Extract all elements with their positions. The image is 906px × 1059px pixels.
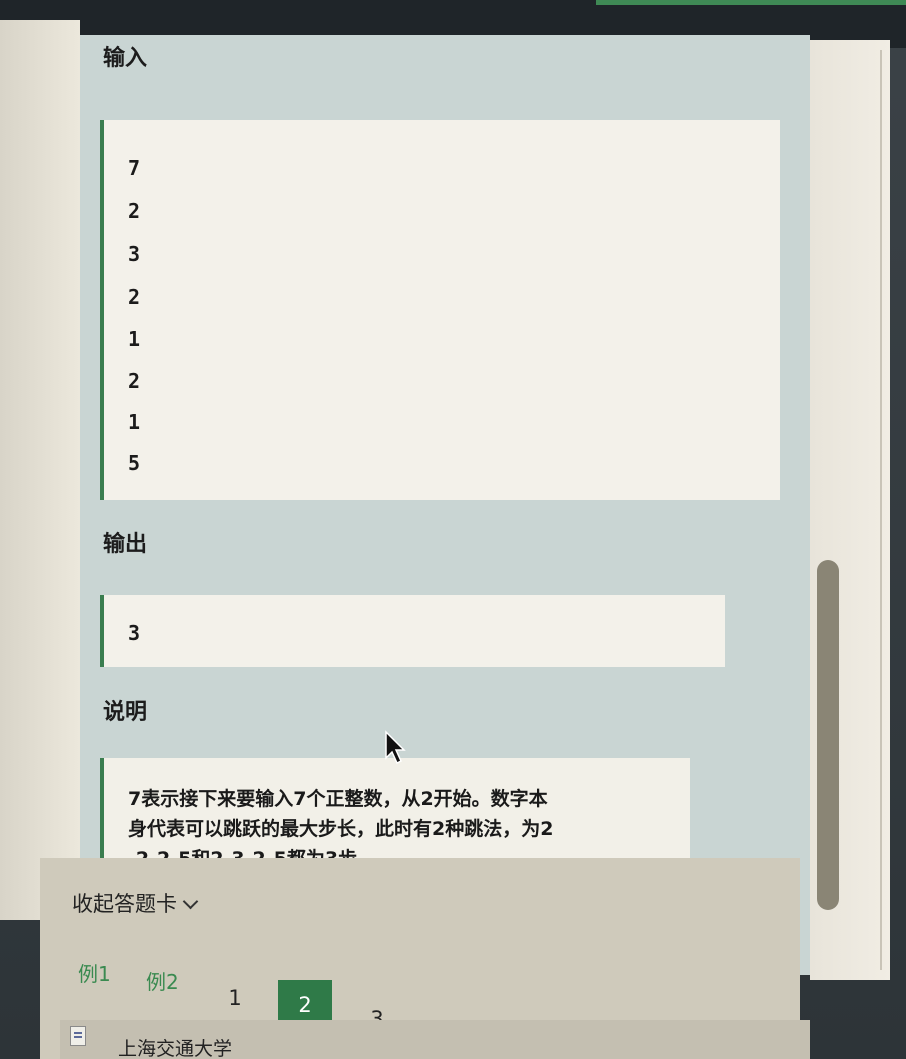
input-line: 3 xyxy=(128,242,141,266)
input-line: 7 xyxy=(128,156,141,180)
explain-section-title: 说明 xyxy=(103,700,148,725)
input-line: 1 xyxy=(128,410,141,434)
input-line: 2 xyxy=(128,369,141,393)
input-section-title: 输入 xyxy=(103,46,148,71)
input-line: 2 xyxy=(128,285,141,309)
example-1-link[interactable]: 例1 xyxy=(78,958,111,987)
output-section-title: 输出 xyxy=(103,532,148,557)
input-line: 5 xyxy=(128,451,141,475)
scrollbar-thumb[interactable] xyxy=(817,560,839,910)
mouse-cursor-icon xyxy=(385,730,406,765)
screen: 输入 7 2 3 2 1 2 1 5 输出 3 说明 7表示接下来要输入7个正整… xyxy=(0,0,906,1059)
left-page-margin xyxy=(0,20,80,920)
input-line: 2 xyxy=(128,199,141,223)
collapse-answer-sheet-toggle[interactable]: 收起答题卡 xyxy=(72,888,199,918)
input-code-block: 7 2 3 2 1 2 1 5 xyxy=(100,120,780,500)
example-2-link[interactable]: 例2 xyxy=(146,966,179,995)
right-divider xyxy=(880,50,882,970)
output-line: 3 xyxy=(128,621,141,645)
document-icon xyxy=(70,1026,86,1046)
output-code-block: 3 xyxy=(100,595,725,667)
attachment-file-name[interactable]: 上海交通大学 xyxy=(118,1034,232,1059)
question-1-button[interactable]: 1 xyxy=(218,983,252,1013)
chevron-down-icon xyxy=(182,893,199,910)
input-line: 1 xyxy=(128,327,141,351)
collapse-label: 收起答题卡 xyxy=(72,892,177,916)
window-accent-strip xyxy=(596,0,906,5)
